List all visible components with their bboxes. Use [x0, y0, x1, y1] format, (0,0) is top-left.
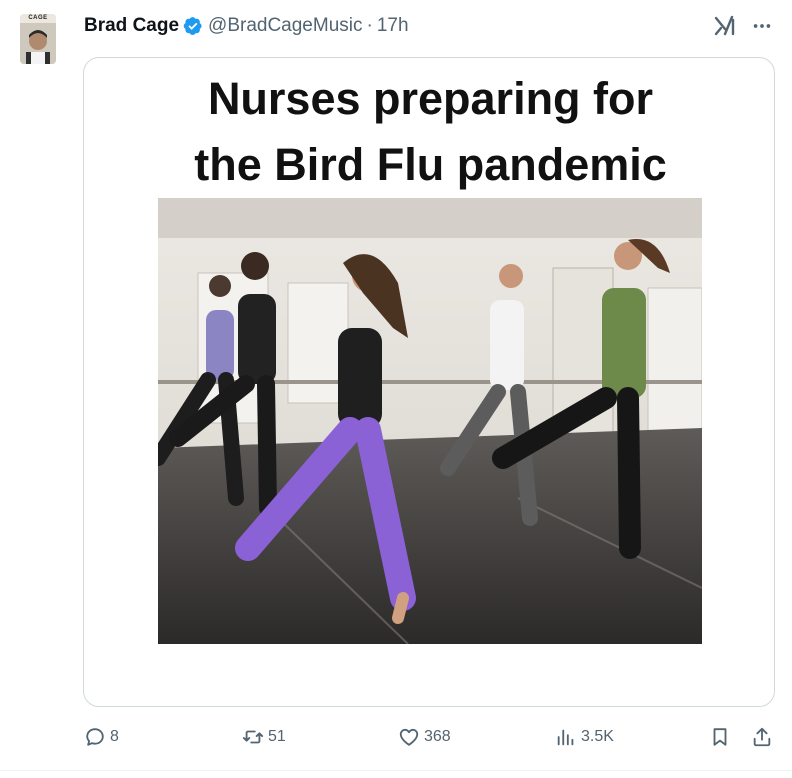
author-handle[interactable]: @BradCageMusic [208, 15, 362, 37]
tweet-media[interactable]: Nurses preparing for the Bird Flu pandem… [83, 57, 775, 707]
share-icon [753, 727, 771, 747]
header-separator: · [366, 15, 373, 36]
tweet-actions: 8 51 368 3.5K [0, 720, 792, 754]
reply-icon [86, 728, 104, 746]
tweet-header: Brad Cage @BradCageMusic · 17h [84, 12, 409, 40]
avatar[interactable]: CAGE [20, 14, 56, 64]
author-name[interactable]: Brad Cage [84, 15, 179, 37]
reply-button[interactable]: 8 [84, 720, 119, 754]
retweet-button[interactable]: 51 [242, 720, 286, 754]
more-icon[interactable] [748, 12, 776, 40]
views-button[interactable]: 3.5K [555, 720, 614, 754]
retweet-icon [242, 730, 264, 744]
reply-count: 8 [110, 728, 119, 745]
retweet-count: 51 [268, 728, 286, 745]
like-count: 368 [424, 728, 451, 745]
like-icon [399, 728, 419, 746]
avatar-photo [20, 23, 56, 64]
divider [0, 770, 792, 771]
image-caption: Nurses preparing for the Bird Flu pandem… [159, 66, 702, 198]
verified-badge-icon [183, 17, 202, 35]
views-count: 3.5K [581, 728, 614, 745]
bookmark-button[interactable] [709, 720, 735, 754]
grok-icon[interactable] [712, 12, 738, 40]
views-icon [557, 729, 574, 746]
image-caption-line1: Nurses preparing for [207, 73, 654, 124]
bookmark-icon [713, 728, 727, 746]
image-caption-line2: the Bird Flu pandemic [194, 139, 667, 190]
dance-studio-photo [158, 198, 702, 644]
like-button[interactable]: 368 [398, 720, 451, 754]
timestamp[interactable]: 17h [377, 15, 409, 37]
share-button[interactable] [751, 720, 777, 754]
